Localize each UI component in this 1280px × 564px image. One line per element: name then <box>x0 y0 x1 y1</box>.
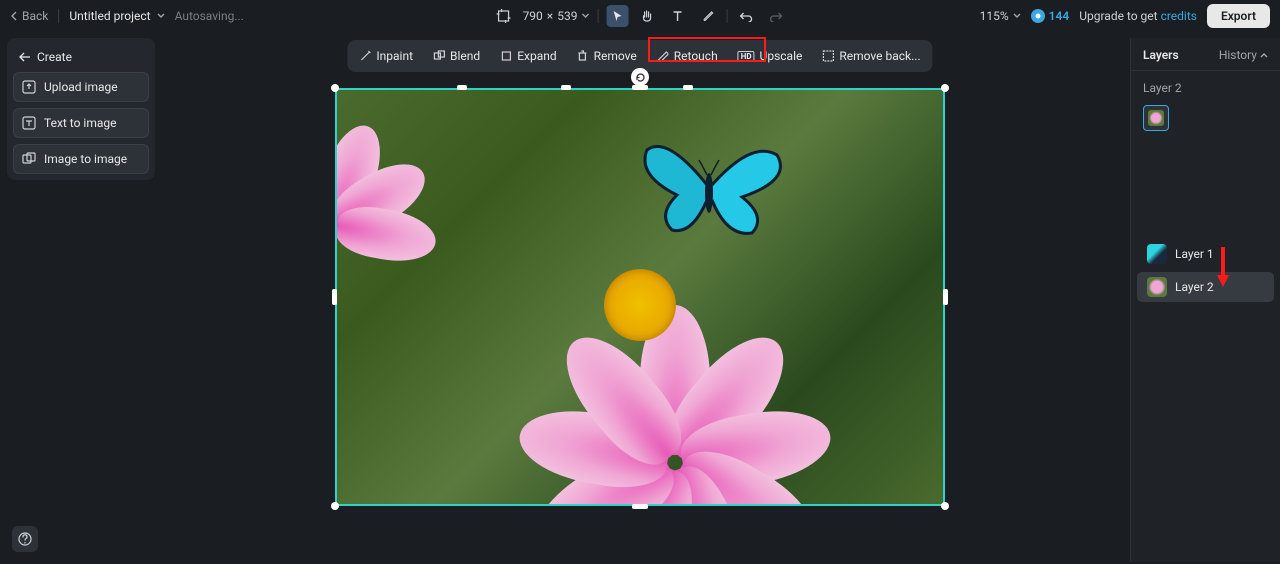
resize-handle-e[interactable] <box>943 289 948 305</box>
divider <box>726 9 727 23</box>
chevron-up-icon <box>1260 52 1268 58</box>
chevron-down-icon <box>581 13 589 19</box>
project-name-dropdown[interactable]: Untitled project <box>69 9 164 23</box>
arrow-left-icon <box>19 52 31 62</box>
crop-icon-button[interactable] <box>493 5 515 27</box>
rotate-icon <box>635 72 646 83</box>
chevron-down-icon <box>157 13 165 19</box>
layers-panel: Layers History Layer 2 Layer 1 Layer 2 <box>1130 38 1280 562</box>
brush-icon <box>701 10 713 22</box>
upload-icon <box>22 80 36 94</box>
upload-image-button[interactable]: Upload image <box>13 72 149 102</box>
layer-item-2[interactable]: Layer 2 <box>1137 272 1274 302</box>
selected-layer-thumb[interactable] <box>1143 105 1169 131</box>
retouch-button[interactable]: Retouch <box>649 44 726 68</box>
layer-thumb <box>1147 244 1167 264</box>
help-icon <box>18 532 32 546</box>
resize-handle-sw[interactable] <box>331 502 339 510</box>
undo-button[interactable] <box>735 5 757 27</box>
zoom-dropdown[interactable]: 115% <box>980 9 1021 23</box>
brush-tool-button[interactable] <box>696 5 718 27</box>
resize-handle-s[interactable] <box>632 504 648 509</box>
redo-button[interactable] <box>765 5 787 27</box>
layer-item-1[interactable]: Layer 1 <box>1137 239 1274 269</box>
credits-display[interactable]: 144 <box>1031 9 1070 23</box>
canvas[interactable] <box>335 88 945 506</box>
canvas-dimensions[interactable]: 790 × 539 <box>523 9 590 23</box>
text-tool-button[interactable] <box>666 5 688 27</box>
remove-button[interactable]: Remove <box>569 44 645 68</box>
inpaint-icon <box>359 50 371 62</box>
layer-thumb <box>1147 277 1167 297</box>
blend-button[interactable]: Blend <box>425 44 488 68</box>
layers-title: Layers <box>1143 48 1179 62</box>
divider <box>58 9 59 23</box>
credit-icon <box>1031 9 1045 23</box>
inpaint-button[interactable]: Inpaint <box>351 44 421 68</box>
help-button[interactable] <box>12 526 38 552</box>
retouch-icon <box>657 50 669 62</box>
expand-icon <box>500 50 512 62</box>
remove-bg-icon <box>822 50 834 62</box>
chevron-left-icon <box>10 11 18 21</box>
redo-icon <box>770 11 783 22</box>
resize-handle-n4[interactable] <box>683 85 693 90</box>
image-to-image-icon <box>22 152 36 166</box>
hand-tool-button[interactable] <box>636 5 658 27</box>
create-sidebar: Create Upload image Text to image Image … <box>7 38 155 180</box>
export-button[interactable]: Export <box>1207 4 1270 28</box>
create-header: Create <box>13 44 149 72</box>
history-toggle[interactable]: History <box>1219 48 1268 62</box>
hd-icon: HD <box>738 51 755 62</box>
resize-handle-se[interactable] <box>941 502 949 510</box>
remove-background-button[interactable]: Remove back... <box>814 44 928 68</box>
resize-handle-nw[interactable] <box>331 84 339 92</box>
resize-handle-ne[interactable] <box>941 84 949 92</box>
cursor-icon <box>611 10 623 22</box>
upscale-button[interactable]: HD Upscale <box>730 44 811 68</box>
cursor-tool-button[interactable] <box>606 5 628 27</box>
canvas-image[interactable] <box>335 88 945 506</box>
hand-icon <box>641 10 654 23</box>
rotate-handle[interactable] <box>631 68 649 86</box>
butterfly-decor <box>637 125 797 255</box>
remove-icon <box>577 50 589 62</box>
autosave-status: Autosaving... <box>175 9 244 23</box>
text-icon <box>671 10 683 22</box>
resize-handle-w[interactable] <box>332 289 337 305</box>
blend-icon <box>433 50 445 62</box>
selected-layer-label: Layer 2 <box>1131 71 1280 101</box>
divider <box>597 9 598 23</box>
back-button[interactable]: Back <box>10 9 48 23</box>
upgrade-link[interactable]: Upgrade to get credits <box>1079 9 1197 23</box>
resize-handle-n[interactable] <box>632 85 648 90</box>
resize-handle-n3[interactable] <box>561 85 571 90</box>
text-to-image-button[interactable]: Text to image <box>13 108 149 138</box>
crop-icon <box>497 9 511 23</box>
back-label: Back <box>22 9 48 23</box>
credit-count: 144 <box>1049 9 1070 23</box>
text-to-image-icon <box>22 116 36 130</box>
undo-icon <box>740 11 753 22</box>
image-to-image-button[interactable]: Image to image <box>13 144 149 174</box>
expand-button[interactable]: Expand <box>492 44 564 68</box>
resize-handle-n2[interactable] <box>457 85 467 90</box>
project-name-label: Untitled project <box>69 9 150 23</box>
chevron-down-icon <box>1013 13 1021 19</box>
